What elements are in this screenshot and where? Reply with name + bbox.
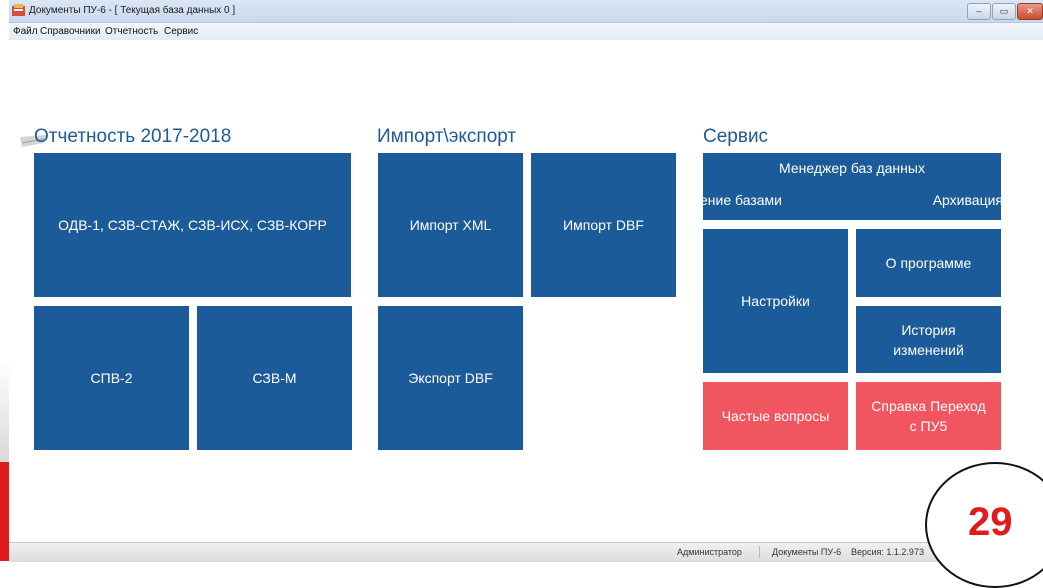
close-button[interactable]: ✕ (1017, 3, 1043, 20)
tile-odv1-szv-reports-label: ОДВ-1, СЗВ-СТАЖ, СЗВ-ИСХ, СЗВ-КОРР (58, 217, 327, 233)
tile-db-manager[interactable]: Менеджер баз данных ение базами Архиваци… (703, 153, 1001, 220)
tile-spv2-label: СПВ-2 (90, 370, 133, 386)
tile-db-manager-title: Менеджер баз данных (779, 160, 925, 176)
tile-settings-label: Настройки (741, 293, 810, 309)
status-version: Версия: 1.1.2.973 (851, 547, 924, 557)
app-icon (12, 4, 25, 16)
tile-szvm[interactable]: СЗВ-М (197, 306, 352, 450)
tile-faq-label: Частые вопросы (721, 408, 830, 424)
tile-import-xml[interactable]: Импорт XML (378, 153, 523, 297)
tile-import-xml-label: Импорт XML (409, 217, 492, 233)
window-title: Документы ПУ-6 - [ Текущая база данных 0… (29, 5, 236, 16)
tile-import-dbf-label: Импорт DBF (563, 217, 644, 233)
tile-help-label: Справка Переход с ПУ5 (871, 398, 986, 434)
tile-about[interactable]: О программе (856, 229, 1001, 297)
menu-file[interactable]: Файл (13, 26, 38, 37)
tile-db-manage-partial[interactable]: ение базами (703, 190, 782, 210)
tile-import-dbf[interactable]: Импорт DBF (531, 153, 676, 297)
status-bar: Администратор Документы ПУ-6 Версия: 1.1… (9, 542, 1043, 562)
tile-help[interactable]: Справка Переход с ПУ5 (856, 382, 1001, 450)
menu-reporting[interactable]: Отчетность (105, 26, 158, 37)
status-separator (759, 546, 760, 558)
menu-bar: Файл Справочники Отчетность Сервис (9, 23, 1043, 40)
tile-history-label: История изменений (893, 321, 964, 358)
tile-spv2[interactable]: СПВ-2 (34, 306, 189, 450)
left-edge-red-bar (0, 462, 9, 561)
menu-service[interactable]: Сервис (164, 26, 198, 37)
title-bar[interactable]: Документы ПУ-6 - [ Текущая база данных 0… (9, 0, 1043, 23)
left-edge-strip (0, 0, 9, 561)
status-app: Документы ПУ-6 (772, 547, 842, 557)
left-edge-gradient (0, 360, 9, 462)
minimize-button[interactable]: – (967, 3, 991, 20)
menu-references[interactable]: Справочники (40, 26, 101, 37)
tile-odv1-szv-reports[interactable]: ОДВ-1, СЗВ-СТАЖ, СЗВ-ИСХ, СЗВ-КОРР (34, 153, 351, 297)
tile-about-label: О программе (885, 255, 972, 271)
tile-szvm-label: СЗВ-М (252, 370, 297, 386)
tile-settings[interactable]: Настройки (703, 229, 848, 373)
tile-archive[interactable]: Архивация (933, 190, 1001, 210)
status-user: Администратор (677, 547, 742, 557)
section-title-reporting: Отчетность 2017-2018 (34, 126, 232, 147)
section-title-service: Сервис (703, 126, 769, 147)
tile-faq[interactable]: Частые вопросы (703, 382, 848, 450)
section-title-import-export: Импорт\экспорт (377, 126, 517, 147)
tile-export-dbf[interactable]: Экспорт DBF (378, 306, 523, 450)
slide-number: 29 (968, 500, 1013, 544)
app-window: Документы ПУ-6 - [ Текущая база данных 0… (9, 0, 1043, 562)
tile-history[interactable]: История изменений (856, 306, 1001, 373)
tile-export-dbf-label: Экспорт DBF (408, 370, 493, 386)
maximize-button[interactable]: ▭ (992, 3, 1016, 20)
